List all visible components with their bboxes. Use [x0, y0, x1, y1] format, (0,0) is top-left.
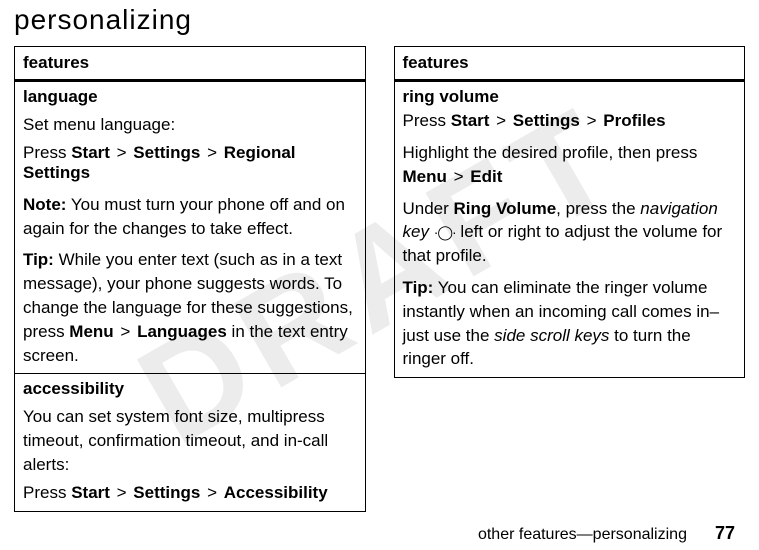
gt-icon: > [114, 322, 137, 341]
gt-icon: > [447, 167, 470, 186]
gt-icon: > [110, 143, 133, 162]
section-title-ring-volume: ring volume [395, 82, 745, 111]
section-title-language: language [15, 82, 365, 111]
language-intro: Set menu language: [15, 111, 365, 143]
language-path: Press Start > Settings > Regional Settin… [15, 143, 365, 191]
ring-highlight: Highlight the desired profile, then pres… [395, 139, 745, 195]
gt-icon: > [110, 483, 133, 502]
path-start: Start [71, 483, 110, 502]
press-word: Press [23, 143, 71, 162]
path-start: Start [451, 111, 490, 130]
path-settings: Settings [513, 111, 580, 130]
ring-path: Press Start > Settings > Profiles [395, 111, 745, 139]
accessibility-text: You can set system font size, multipress… [15, 403, 365, 482]
note-label: Note: [23, 195, 66, 214]
right-column: features ring volume Press Start > Setti… [394, 46, 746, 515]
tip-languages: Languages [137, 322, 227, 341]
navigation-key-icon: ·◯· [434, 223, 456, 243]
columns: features language Set menu language: Pre… [14, 46, 745, 515]
side-scroll-keys: side scroll keys [494, 326, 609, 345]
path-edit: Edit [470, 167, 502, 186]
note-text: You must turn your phone off and on agai… [23, 195, 345, 238]
under-a: Under [403, 199, 454, 218]
footer-text: other features—personalizing [478, 526, 687, 544]
tip-label: Tip: [403, 278, 434, 297]
gt-icon: > [200, 483, 223, 502]
table-header-right: features [395, 47, 745, 82]
highlight-text-a: Highlight the desired profile, then pres… [403, 143, 698, 162]
gt-icon: > [580, 111, 603, 130]
path-menu: Menu [403, 167, 447, 186]
gt-icon: > [489, 111, 512, 130]
table-header-left: features [15, 47, 365, 82]
path-settings: Settings [133, 143, 200, 162]
features-table-right: features ring volume Press Start > Setti… [394, 46, 746, 378]
page-title: personalizing [14, 0, 745, 46]
ring-tip: Tip: You can eliminate the ringer volume… [395, 274, 745, 377]
press-word: Press [23, 483, 71, 502]
page-content: personalizing features language Set menu… [0, 0, 759, 550]
accessibility-path: Press Start > Settings > Accessibility [15, 483, 365, 511]
left-column: features language Set menu language: Pre… [14, 46, 366, 515]
gt-icon: > [200, 143, 223, 162]
path-profiles: Profiles [603, 111, 665, 130]
page-number: 77 [715, 523, 735, 544]
features-table-left: features language Set menu language: Pre… [14, 46, 366, 512]
language-note: Note: You must turn your phone off and o… [15, 191, 365, 247]
language-tip: Tip: While you enter text (such as in a … [15, 246, 365, 373]
under-b: , press the [556, 199, 640, 218]
ring-volume-label: Ring Volume [454, 199, 557, 218]
path-settings: Settings [133, 483, 200, 502]
path-accessibility: Accessibility [224, 483, 328, 502]
page-footer: other features—personalizing 77 [14, 515, 745, 550]
section-title-accessibility: accessibility [15, 373, 365, 403]
ring-under: Under Ring Volume, press the navigation … [395, 195, 745, 274]
path-start: Start [71, 143, 110, 162]
tip-label: Tip: [23, 250, 54, 269]
press-word: Press [403, 111, 451, 130]
tip-menu: Menu [69, 322, 113, 341]
